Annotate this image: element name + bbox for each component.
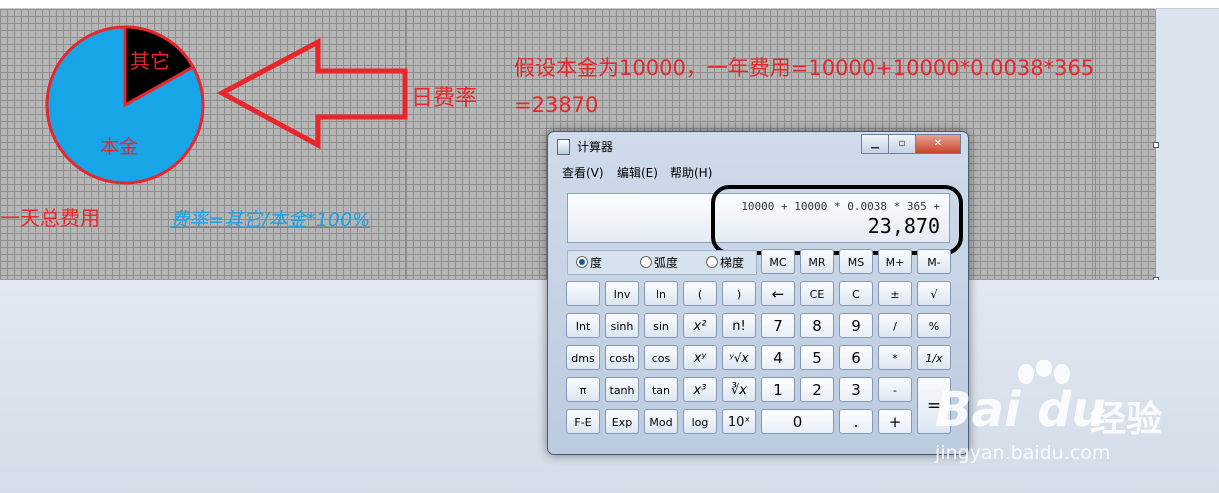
label-degrees: 度 <box>590 256 603 270</box>
btn-mod[interactable]: Mod <box>644 409 678 434</box>
btn-5[interactable]: 5 <box>800 345 834 370</box>
daily-total-label: 一天总费用 <box>0 206 100 230</box>
btn-ms[interactable]: MS <box>839 249 873 274</box>
btn-decimal[interactable]: . <box>839 409 873 434</box>
btn-3[interactable]: 3 <box>839 377 873 402</box>
radio-radians[interactable] <box>640 256 652 268</box>
btn-x-power-y[interactable]: xʸ <box>683 345 717 370</box>
btn-ce[interactable]: CE <box>800 281 834 306</box>
angle-mode-group: 度 弧度 梯度 <box>567 250 757 275</box>
btn-multiply[interactable]: * <box>878 345 912 370</box>
btn-plus-minus[interactable]: ± <box>878 281 912 306</box>
label-gradians: 梯度 <box>720 256 745 270</box>
btn-dms[interactable]: dms <box>566 345 600 370</box>
btn-ln[interactable]: ln <box>644 281 678 306</box>
radio-degrees[interactable] <box>576 256 588 268</box>
btn-exp[interactable]: Exp <box>605 409 639 434</box>
pie-label-principal: 本金 <box>100 136 139 158</box>
btn-fe[interactable]: F-E <box>566 409 600 434</box>
calculator-titlebar[interactable]: 计算器 ▁ ▫ ✕ <box>548 132 968 160</box>
btn-pi[interactable]: π <box>566 377 600 402</box>
assumption-line-2: =23870 <box>514 93 599 117</box>
btn-8[interactable]: 8 <box>800 313 834 338</box>
btn-add[interactable]: + <box>878 409 912 434</box>
btn-factorial[interactable]: n! <box>722 313 756 338</box>
btn-y-root-x[interactable]: ʸ√x <box>722 345 756 370</box>
btn-blank <box>566 281 600 306</box>
watermark-url: jingyan.baidu.com <box>935 442 1111 464</box>
assumption-line-1: 假设本金为10000，一年费用=10000+10000*0.0038*365 <box>514 56 1095 80</box>
window-title: 计算器 <box>577 140 614 154</box>
btn-x-squared[interactable]: x² <box>683 313 717 338</box>
minimize-button[interactable]: ▁ <box>861 134 889 154</box>
btn-divide[interactable]: / <box>878 313 912 338</box>
btn-sinh[interactable]: sinh <box>605 313 639 338</box>
top-ruler <box>0 0 1219 9</box>
btn-4[interactable]: 4 <box>761 345 795 370</box>
resize-handle[interactable] <box>1153 142 1159 148</box>
btn-sqrt[interactable]: √ <box>917 281 951 306</box>
minimize-icon: ▁ <box>871 138 879 149</box>
btn-tan[interactable]: tan <box>644 377 678 402</box>
btn-int[interactable]: Int <box>566 313 600 338</box>
btn-subtract[interactable]: - <box>878 377 912 402</box>
btn-reciprocal[interactable]: 1/x <box>917 345 951 370</box>
menu-view[interactable]: 查看(V) <box>562 164 604 181</box>
menu-help[interactable]: 帮助(H) <box>670 164 712 181</box>
btn-close-paren[interactable]: ) <box>722 281 756 306</box>
btn-6[interactable]: 6 <box>839 345 873 370</box>
pie-label-other: 其它 <box>130 49 170 73</box>
highlight-ellipse <box>711 185 963 255</box>
calculator-icon <box>557 139 570 155</box>
rate-formula: 费率=其它/本金*100% <box>170 209 371 231</box>
btn-mr[interactable]: MR <box>800 249 834 274</box>
btn-cosh[interactable]: cosh <box>605 345 639 370</box>
btn-mc[interactable]: MC <box>761 249 795 274</box>
close-icon: ✕ <box>933 138 943 149</box>
btn-inv[interactable]: Inv <box>605 281 639 306</box>
btn-log[interactable]: log <box>683 409 717 434</box>
btn-1[interactable]: 1 <box>761 377 795 402</box>
btn-2[interactable]: 2 <box>800 377 834 402</box>
btn-9[interactable]: 9 <box>839 313 873 338</box>
btn-7[interactable]: 7 <box>761 313 795 338</box>
btn-cos[interactable]: cos <box>644 345 678 370</box>
daily-rate-label: 日费率 <box>411 86 478 111</box>
btn-c[interactable]: C <box>839 281 873 306</box>
radio-gradians[interactable] <box>706 256 718 268</box>
btn-0[interactable]: 0 <box>761 409 834 434</box>
btn-sin[interactable]: sin <box>644 313 678 338</box>
maximize-icon: ▫ <box>898 138 906 149</box>
btn-m-plus[interactable]: M+ <box>878 249 912 274</box>
menu-edit[interactable]: 编辑(E) <box>617 164 658 181</box>
btn-open-paren[interactable]: ( <box>683 281 717 306</box>
red-arrow-left <box>216 37 408 150</box>
close-button[interactable]: ✕ <box>915 134 961 154</box>
btn-tanh[interactable]: tanh <box>605 377 639 402</box>
btn-cube-root[interactable]: ∛x <box>722 377 756 402</box>
btn-x-cubed[interactable]: x³ <box>683 377 717 402</box>
menu-bar: 查看(V) 编辑(E) 帮助(H) <box>553 162 963 181</box>
maximize-button[interactable]: ▫ <box>888 134 916 154</box>
calculator-window[interactable]: 计算器 ▁ ▫ ✕ 查看(V) 编辑(E) 帮助(H) 10000 + 1000… <box>547 131 969 455</box>
label-radians: 弧度 <box>654 256 679 270</box>
btn-ten-power-x[interactable]: 10ˣ <box>722 409 756 434</box>
watermark-cn: 经验 <box>1090 399 1163 440</box>
watermark-brand: Bai du <box>935 382 1106 438</box>
btn-backspace[interactable]: ← <box>761 281 795 306</box>
btn-percent[interactable]: % <box>917 313 951 338</box>
btn-m-minus[interactable]: M- <box>917 249 951 274</box>
